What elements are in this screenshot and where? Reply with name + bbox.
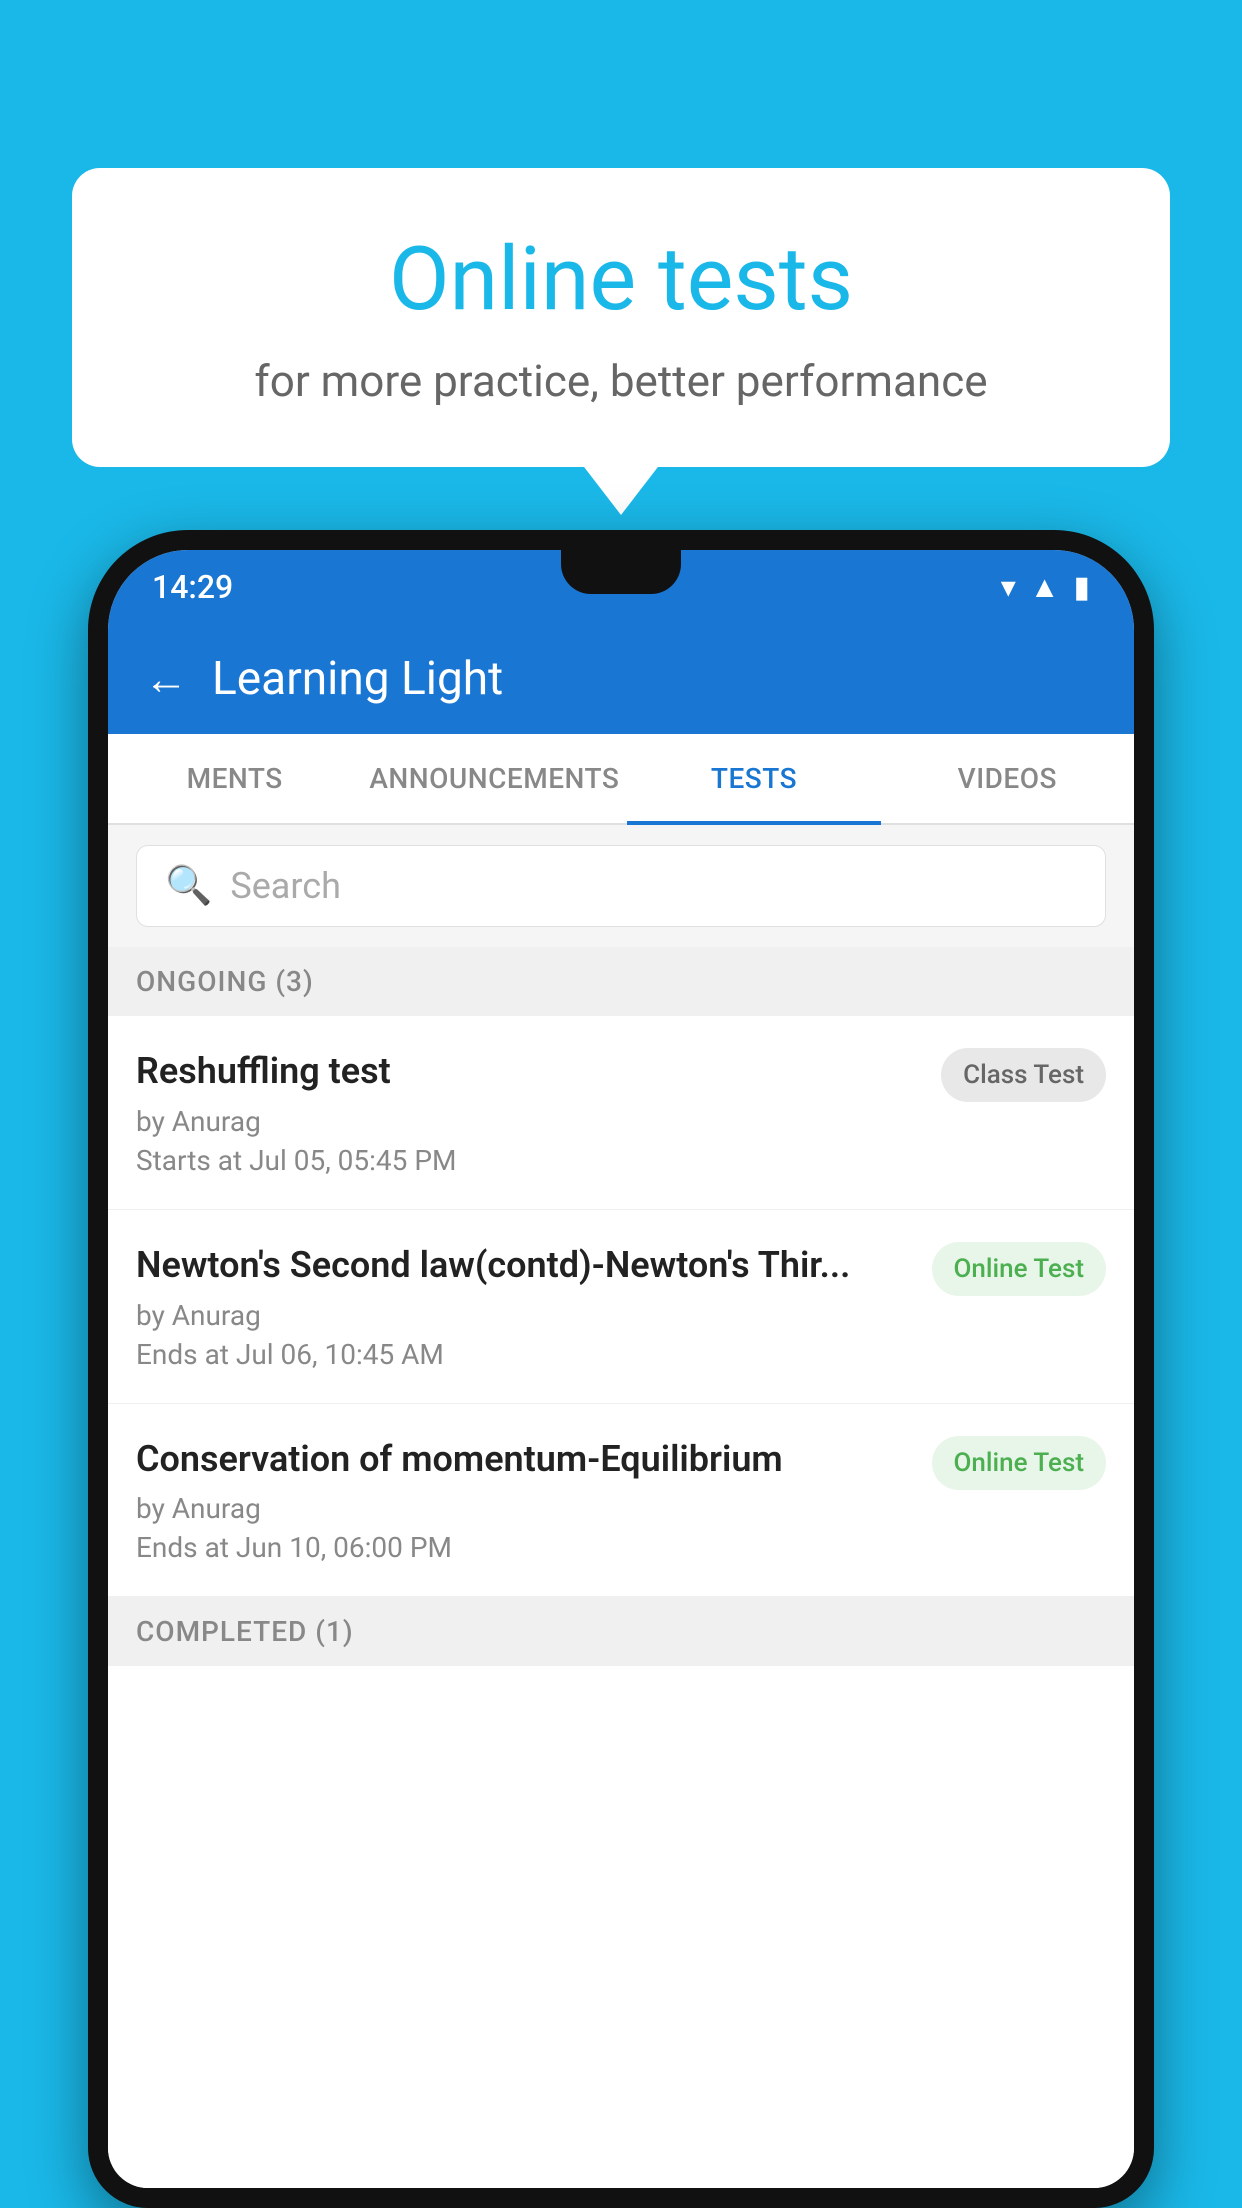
tabs-bar: MENTS ANNOUNCEMENTS TESTS VIDEOS	[108, 734, 1134, 825]
test-by: by Anurag	[136, 1105, 921, 1138]
test-time: Ends at Jun 10, 06:00 PM	[136, 1531, 912, 1564]
phone-notch	[561, 550, 681, 594]
status-time: 14:29	[152, 568, 233, 606]
search-box[interactable]: 🔍 Search	[136, 845, 1106, 927]
test-info: Newton's Second law(contd)-Newton's Thir…	[136, 1242, 912, 1371]
bubble-subtitle: for more practice, better performance	[152, 355, 1090, 407]
back-button[interactable]: ←	[144, 653, 188, 705]
tab-tests[interactable]: TESTS	[627, 734, 880, 823]
test-name: Newton's Second law(contd)-Newton's Thir…	[136, 1242, 912, 1289]
completed-section-header: COMPLETED (1)	[108, 1597, 1134, 1666]
test-list: Reshuffling test by Anurag Starts at Jul…	[108, 1016, 1134, 2188]
phone-screen: 14:29 ▾ ▲ ▮ ← Learning Light MENTS ANNOU…	[108, 550, 1134, 2188]
test-info: Conservation of momentum-Equilibrium by …	[136, 1436, 912, 1565]
tab-announcements[interactable]: ANNOUNCEMENTS	[361, 734, 627, 823]
test-item[interactable]: Reshuffling test by Anurag Starts at Jul…	[108, 1016, 1134, 1210]
ongoing-section-header: ONGOING (3)	[108, 947, 1134, 1016]
phone-frame: 14:29 ▾ ▲ ▮ ← Learning Light MENTS ANNOU…	[88, 530, 1154, 2208]
test-info: Reshuffling test by Anurag Starts at Jul…	[136, 1048, 921, 1177]
signal-icon: ▲	[1030, 570, 1060, 605]
speech-bubble-container: Online tests for more practice, better p…	[72, 168, 1170, 467]
test-name: Reshuffling test	[136, 1048, 921, 1095]
wifi-icon: ▾	[1001, 570, 1016, 605]
bubble-title: Online tests	[152, 228, 1090, 331]
test-item[interactable]: Conservation of momentum-Equilibrium by …	[108, 1404, 1134, 1598]
app-title: Learning Light	[212, 652, 503, 706]
battery-icon: ▮	[1073, 570, 1090, 605]
speech-bubble: Online tests for more practice, better p…	[72, 168, 1170, 467]
badge-online-test: Online Test	[932, 1242, 1107, 1296]
app-header: ← Learning Light	[108, 624, 1134, 734]
status-icons: ▾ ▲ ▮	[1001, 570, 1090, 605]
test-time: Ends at Jul 06, 10:45 AM	[136, 1338, 912, 1371]
badge-class-test: Class Test	[941, 1048, 1106, 1102]
test-item[interactable]: Newton's Second law(contd)-Newton's Thir…	[108, 1210, 1134, 1404]
badge-online-test: Online Test	[932, 1436, 1107, 1490]
search-placeholder: Search	[230, 865, 341, 907]
search-icon: 🔍	[165, 864, 212, 908]
test-by: by Anurag	[136, 1299, 912, 1332]
test-by: by Anurag	[136, 1492, 912, 1525]
tab-ments[interactable]: MENTS	[108, 734, 361, 823]
test-time: Starts at Jul 05, 05:45 PM	[136, 1144, 921, 1177]
search-container: 🔍 Search	[108, 825, 1134, 947]
test-name: Conservation of momentum-Equilibrium	[136, 1436, 912, 1483]
tab-videos[interactable]: VIDEOS	[881, 734, 1134, 823]
